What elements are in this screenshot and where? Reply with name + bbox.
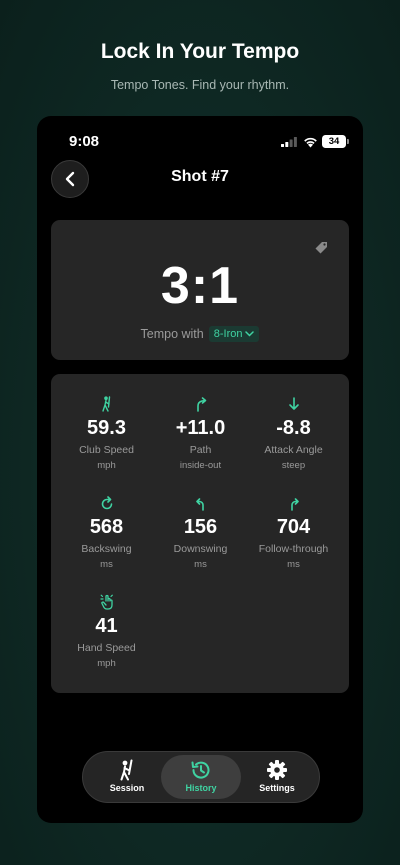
- arrow-up-return-icon: [290, 498, 299, 511]
- metric-label: Backswing: [81, 543, 132, 555]
- hand-tap-icon: [99, 594, 113, 610]
- metric-label: Path: [189, 444, 212, 456]
- metric-label: Downswing: [173, 543, 228, 555]
- tempo-club-line: Tempo with 8-Iron: [51, 326, 349, 342]
- metric-label: Follow-through: [258, 543, 329, 555]
- status-time: 9:08: [69, 133, 100, 150]
- metric-unit: ms: [100, 559, 113, 570]
- metric-attack-angle: -8.8 Attack Angle steep: [244, 396, 343, 471]
- status-bar: 9:08 34: [37, 116, 363, 166]
- gear-icon: [267, 760, 287, 780]
- club-selector[interactable]: 8-Iron: [208, 326, 260, 342]
- metric-value: 156: [183, 516, 218, 538]
- metric-club-speed: 59.3 Club Speed mph: [57, 396, 156, 471]
- metric-unit: mph: [97, 658, 116, 669]
- metric-value: 41: [95, 615, 118, 637]
- metric-unit: ms: [194, 559, 207, 570]
- tab-label: Session: [109, 783, 145, 793]
- chevron-down-icon: [245, 331, 255, 337]
- promo-title: Lock In Your Tempo: [100, 40, 300, 63]
- metric-downswing: 156 Downswing ms: [151, 495, 250, 570]
- tab-history[interactable]: History: [161, 755, 241, 799]
- metric-unit: steep: [281, 460, 306, 471]
- battery-indicator: 34: [322, 135, 349, 148]
- metric-path: +11.0 Path inside-out: [151, 396, 250, 471]
- metric-backswing: 568 Backswing ms: [57, 495, 156, 570]
- golfer-icon: [120, 759, 133, 781]
- metric-unit: inside-out: [179, 460, 222, 471]
- metric-label: Club Speed: [79, 444, 134, 456]
- arrow-up-right-icon: [196, 397, 206, 412]
- tempo-ratio: 3:1: [160, 257, 240, 315]
- metric-unit: ms: [287, 559, 300, 570]
- promo-subtitle: Tempo Tones. Find your rhythm.: [110, 78, 290, 92]
- metric-value: -8.8: [276, 417, 311, 439]
- metric-value: 59.3: [87, 417, 126, 439]
- rotate-cw-icon: [101, 496, 112, 510]
- metric-value: +11.0: [175, 417, 226, 439]
- rotate-ccw-icon: [195, 498, 204, 511]
- golfer-icon: [101, 396, 110, 412]
- metric-hand-speed: 41 Hand Speed mph: [57, 594, 156, 669]
- wifi-icon: [304, 137, 317, 148]
- club-name: 8-Iron: [213, 328, 243, 340]
- metric-value: 704: [276, 516, 311, 538]
- metric-label: Hand Speed: [77, 642, 136, 654]
- tab-bar: Session History Settings: [82, 751, 320, 803]
- metric-unit: mph: [97, 460, 116, 471]
- arrow-down-icon: [288, 397, 299, 410]
- metric-follow-through: 704 Follow-through ms: [244, 495, 343, 570]
- metrics-card: 59.3 Club Speed mph +11.0 Path inside-ou…: [51, 374, 349, 693]
- tab-label: History: [185, 783, 217, 793]
- tempo-card: 3:1 Tempo with 8-Iron: [51, 220, 349, 360]
- battery-level: 34: [322, 135, 346, 148]
- tab-settings[interactable]: Settings: [237, 755, 317, 799]
- metric-value: 568: [89, 516, 124, 538]
- tab-session[interactable]: Session: [87, 755, 167, 799]
- metric-label: Attack Angle: [264, 444, 323, 456]
- tab-label: Settings: [259, 783, 295, 793]
- phone-screen: 9:08 34 Shot #7 3:1 Tempo with 8-Iron 59…: [37, 116, 363, 823]
- tag-icon[interactable]: [314, 240, 329, 255]
- cellular-signal-icon: [281, 137, 297, 147]
- tempo-label: Tempo with: [140, 327, 204, 341]
- history-icon: [191, 761, 210, 779]
- page-title: Shot #7: [171, 168, 229, 185]
